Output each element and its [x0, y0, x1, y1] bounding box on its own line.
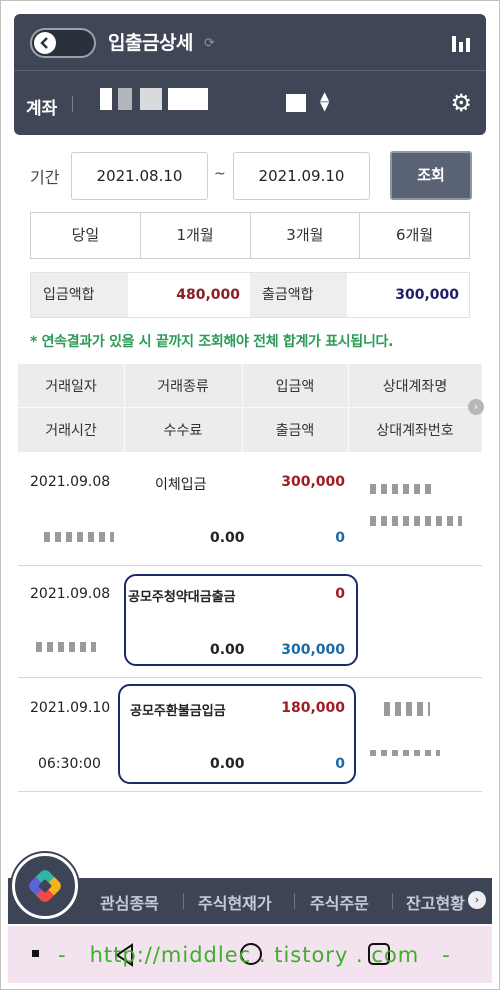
tab-3-months[interactable]: 3개월 [251, 213, 361, 258]
header-deposit: 입금액 [275, 379, 315, 395]
refresh-icon[interactable]: ⟳ [204, 36, 215, 51]
date-to-field[interactable]: 2021.09.10 [233, 152, 370, 200]
tab-today[interactable]: 당일 [31, 213, 141, 258]
account-select-icon[interactable]: ▲ ▼ [320, 90, 329, 112]
nav-dot-icon [32, 950, 39, 957]
tab-6-months[interactable]: 6개월 [360, 213, 469, 258]
counterpart-account-masked [370, 750, 440, 756]
row-time-masked [36, 642, 96, 652]
chevron-right-icon[interactable]: › [468, 399, 484, 415]
header-top-bar: 입출금상세 ⟳ [14, 14, 486, 71]
date-from-field[interactable]: 2021.08.10 [71, 152, 208, 200]
row-fee: 0.00 [210, 530, 245, 546]
deposit-sum-label: 입금액합 [31, 273, 128, 317]
account-number-masked[interactable] [100, 88, 208, 110]
counterpart-name-masked [384, 702, 430, 716]
header-fee: 수수료 [163, 423, 203, 439]
account-label: 계좌 [26, 99, 58, 119]
withdraw-sum-value: 300,000 [346, 273, 469, 317]
withdraw-sum-label: 출금액합 [250, 273, 347, 317]
sum-summary: 입금액합 480,000 출금액합 300,000 [30, 272, 470, 318]
menu-stock-order[interactable]: 주식주문 [310, 890, 369, 914]
row-withdraw: 0 [335, 530, 345, 546]
back-button[interactable] [30, 28, 96, 58]
menu-watchlist[interactable]: 관심종목 [100, 890, 159, 914]
app-menu-button[interactable] [12, 853, 78, 919]
table-header: 거래일자 거래종류 입금액 상대계좌명 거래시간 수수료 출금액 상대계좌번호 [18, 364, 482, 452]
row-date: 2021.09.08 [30, 474, 111, 490]
account-type-masked [286, 94, 306, 112]
back-arrow-icon [34, 32, 56, 54]
highlight-box [118, 684, 356, 784]
bottom-menu-bar: 관심종목 주식현재가 주식주문 잔고현황 › [8, 878, 492, 924]
header-counterpart-name: 상대계좌명 [382, 379, 448, 395]
menu-balance[interactable]: 잔고현황 [406, 890, 470, 914]
header-date: 거래일자 [45, 379, 97, 395]
header-type: 거래종류 [157, 379, 209, 395]
tab-1-month[interactable]: 1개월 [141, 213, 251, 258]
row-date: 2021.09.10 [30, 700, 111, 716]
counterpart-account-masked [370, 516, 462, 526]
header-counterpart-account: 상대계좌번호 [376, 423, 454, 439]
divider [72, 96, 73, 112]
search-button[interactable]: 조회 [390, 151, 472, 200]
table-row[interactable]: 2021.09.08 공모주청약대금출금 0 0.00 300,000 [18, 566, 482, 678]
system-nav-bar: - http://middlec . tistory . com - [8, 926, 492, 983]
table-row[interactable]: 2021.09.10 공모주환불금입금 180,000 06:30:00 0.0… [18, 678, 482, 792]
watermark-text: - http://middlec . tistory . com - [58, 943, 451, 967]
row-time-masked [44, 532, 114, 542]
notice-text: * 연속결과가 있을 시 끝까지 조회해야 전체 합계가 표시됩니다. [30, 334, 394, 350]
row-type: 이체입금 [155, 477, 207, 493]
table-row[interactable]: 2021.09.08 이체입금 300,000 0.00 0 [18, 452, 482, 566]
page-title: 입출금상세 [108, 32, 193, 54]
header-time: 거래시간 [45, 423, 97, 439]
quick-period-tabs: 당일 1개월 3개월 6개월 [30, 212, 470, 259]
chart-icon[interactable] [452, 34, 470, 52]
date-separator: ~ [214, 166, 226, 182]
gear-icon[interactable]: ⚙ [450, 91, 472, 115]
row-time: 06:30:00 [38, 756, 101, 772]
app-header: 입출금상세 ⟳ 계좌 ▲ ▼ ⚙ [14, 14, 486, 135]
deposit-sum-value: 480,000 [127, 273, 250, 317]
highlight-box [124, 574, 358, 666]
header-withdraw: 출금액 [275, 423, 315, 439]
menu-stock-price[interactable]: 주식현재가 [198, 890, 272, 914]
row-deposit: 300,000 [281, 474, 345, 490]
app-logo-icon [26, 867, 64, 905]
counterpart-name-masked [370, 484, 436, 494]
row-date: 2021.09.08 [30, 586, 111, 602]
period-label: 기간 [30, 168, 60, 187]
chevron-right-icon[interactable]: › [468, 891, 486, 909]
